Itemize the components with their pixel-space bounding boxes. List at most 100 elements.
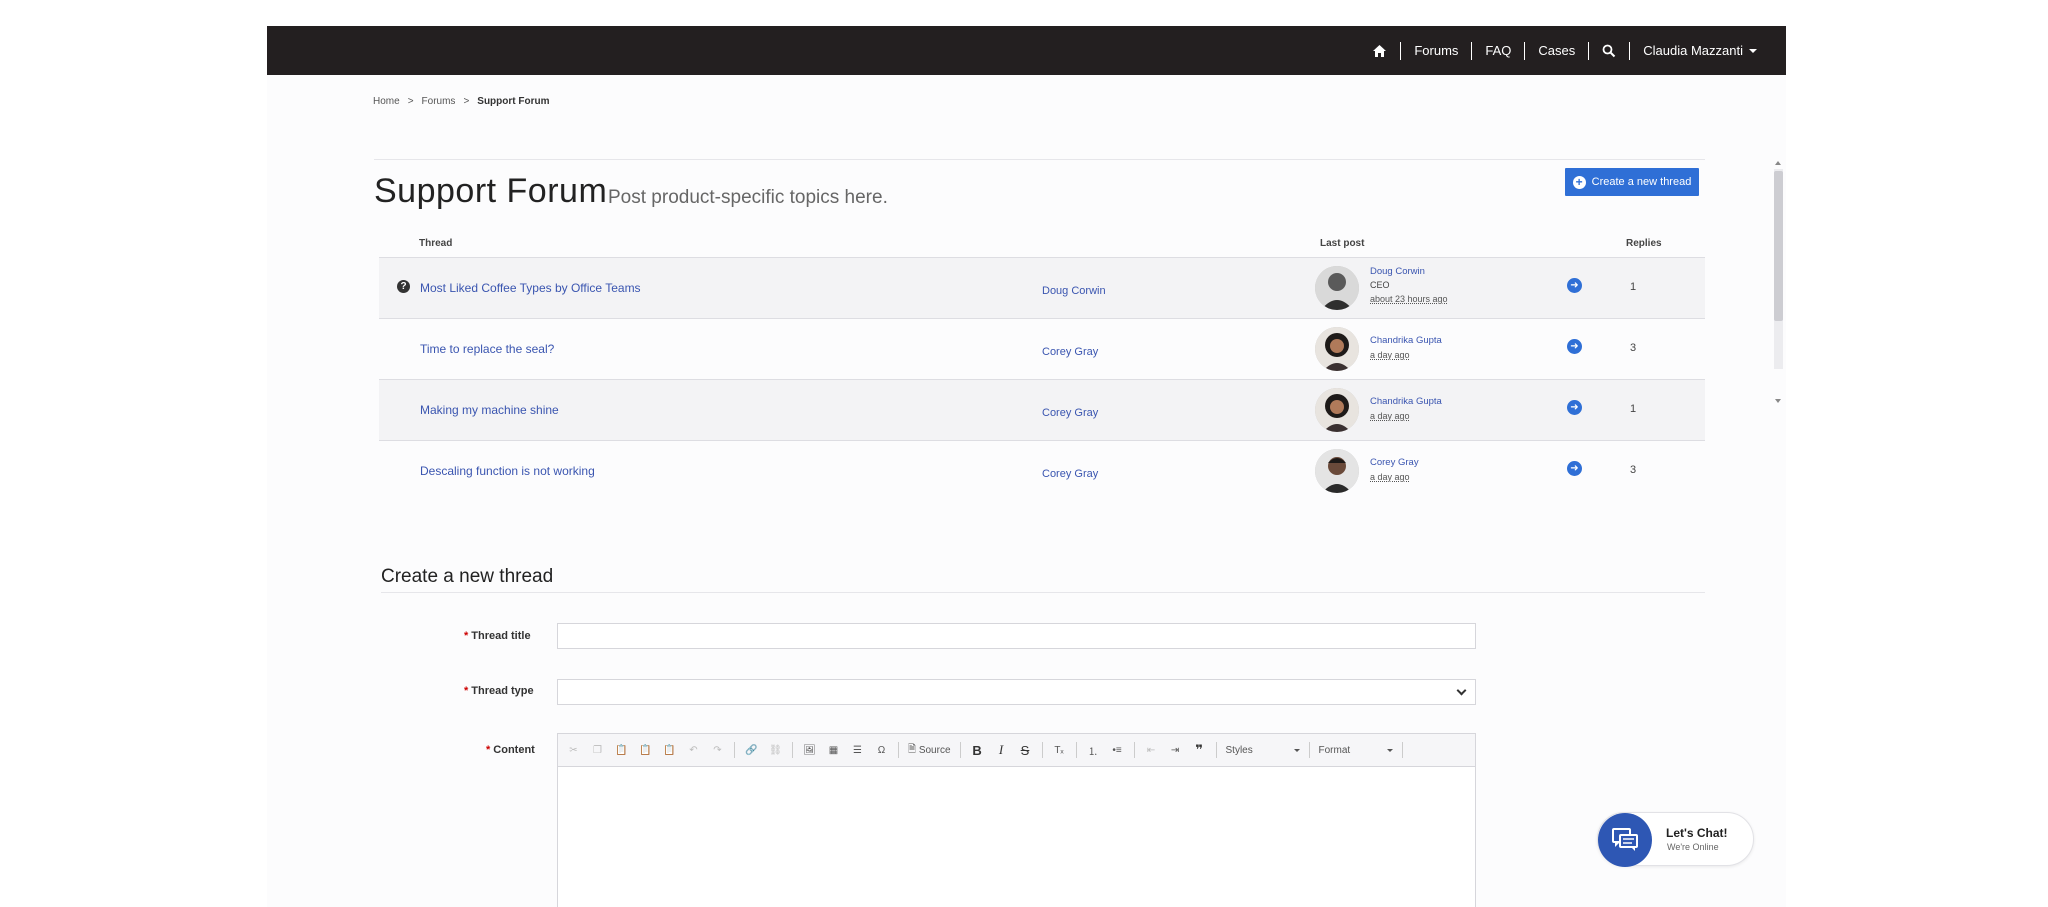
go-to-last-post-icon[interactable]: ➜	[1567, 461, 1582, 476]
thread-title-link[interactable]: Time to replace the seal?	[420, 342, 554, 356]
live-chat-button[interactable]: Let's Chat! We're Online	[1597, 812, 1754, 867]
breadcrumb-forums[interactable]: Forums	[422, 96, 456, 107]
thread-title-label: * Thread title	[464, 630, 531, 642]
table-row: ? Most Liked Coffee Types by Office Team…	[379, 257, 1705, 318]
paste-word-icon[interactable]: 📋	[662, 742, 677, 758]
last-post-author-link[interactable]: Doug Corwin	[1370, 266, 1425, 277]
chat-title: Let's Chat!	[1666, 826, 1728, 840]
user-name: Claudia Mazzanti	[1643, 43, 1743, 58]
last-post-time: a day ago	[1370, 411, 1410, 421]
thread-column-header: Thread	[419, 238, 453, 249]
forums-nav-link[interactable]: Forums	[1400, 41, 1471, 60]
thread-author-link[interactable]: Corey Gray	[1042, 346, 1098, 358]
go-to-last-post-icon[interactable]: ➜	[1567, 278, 1582, 293]
scroll-up-icon[interactable]	[1775, 161, 1781, 165]
faq-nav-link[interactable]: FAQ	[1471, 41, 1524, 60]
avatar[interactable]	[1315, 449, 1359, 493]
last-post-author-link[interactable]: Chandrika Gupta	[1370, 396, 1442, 407]
link-icon[interactable]: 🔗	[744, 742, 759, 758]
search-button[interactable]	[1588, 41, 1629, 60]
source-icon: 🗎	[908, 743, 917, 755]
home-icon	[1373, 44, 1387, 57]
last-post-time: a day ago	[1370, 472, 1410, 482]
thread-type-label: * Thread type	[464, 685, 534, 697]
thread-title-link[interactable]: Making my machine shine	[420, 403, 559, 417]
breadcrumb-separator-icon: >	[407, 96, 414, 107]
divider	[374, 159, 1705, 160]
breadcrumb-home[interactable]: Home	[373, 96, 400, 107]
avatar[interactable]	[1315, 266, 1359, 310]
copy-icon[interactable]: ❐	[590, 742, 605, 758]
scroll-thumb[interactable]	[1774, 171, 1783, 321]
content-editor[interactable]: ✂ ❐ 📋 📋 📋 ↶ ↷ 🔗 ⛓ 🖼 ▦ ☰ Ω 🗎 Source B I S…	[557, 733, 1476, 907]
outdent-icon[interactable]: ⇤	[1144, 742, 1159, 758]
toolbar-separator	[1133, 742, 1135, 758]
toolbar-separator	[1075, 742, 1077, 758]
page-subtitle: Post product-specific topics here.	[608, 187, 888, 208]
reply-count: 1	[1630, 281, 1637, 293]
paste-icon[interactable]: 📋	[614, 742, 629, 758]
divider	[381, 592, 1705, 593]
bold-button[interactable]: B	[970, 742, 985, 758]
special-character-icon[interactable]: Ω	[874, 742, 889, 758]
content-label: * Content	[486, 744, 535, 756]
chevron-down-icon	[1749, 48, 1757, 53]
cases-nav-link[interactable]: Cases	[1524, 41, 1588, 60]
thread-title-link[interactable]: Descaling function is not working	[420, 464, 595, 478]
toolbar-separator	[1041, 742, 1043, 758]
go-to-last-post-icon[interactable]: ➜	[1567, 339, 1582, 354]
thread-author-link[interactable]: Corey Gray	[1042, 407, 1098, 419]
strikethrough-button[interactable]: S	[1018, 742, 1033, 758]
undo-icon[interactable]: ↶	[686, 742, 701, 758]
create-thread-button[interactable]: + Create a new thread	[1565, 168, 1699, 196]
styles-dropdown[interactable]: Styles	[1226, 741, 1300, 759]
last-post-time: a day ago	[1370, 350, 1410, 360]
chevron-down-icon	[1293, 748, 1300, 752]
unlink-icon[interactable]: ⛓	[768, 742, 783, 758]
user-menu[interactable]: Claudia Mazzanti	[1629, 41, 1770, 60]
scroll-down-icon[interactable]	[1775, 399, 1781, 403]
reply-count: 3	[1630, 464, 1637, 476]
breadcrumb-separator-icon: >	[463, 96, 470, 107]
cut-icon[interactable]: ✂	[566, 742, 581, 758]
thread-title-input[interactable]	[557, 623, 1476, 649]
thread-type-select[interactable]	[557, 679, 1476, 705]
format-dropdown[interactable]: Format	[1319, 741, 1393, 759]
bulleted-list-icon[interactable]: •≡	[1110, 742, 1125, 758]
source-button[interactable]: 🗎 Source	[908, 742, 951, 758]
breadcrumb: Home > Forums > Support Forum	[373, 96, 550, 107]
horizontal-line-icon[interactable]: ☰	[850, 742, 865, 758]
last-post-author-role: CEO	[1370, 280, 1390, 290]
table-header: Thread Last post Replies	[379, 238, 1705, 258]
question-icon: ?	[397, 280, 410, 293]
indent-icon[interactable]: ⇥	[1168, 742, 1183, 758]
last-post-author-link[interactable]: Chandrika Gupta	[1370, 335, 1442, 346]
thread-author-link[interactable]: Doug Corwin	[1042, 285, 1106, 297]
thread-author-link[interactable]: Corey Gray	[1042, 468, 1098, 480]
chevron-down-icon	[1456, 685, 1467, 696]
blockquote-icon[interactable]: ❞	[1192, 742, 1207, 758]
remove-format-icon[interactable]: Tₓ	[1052, 742, 1067, 758]
table-row: Time to replace the seal? Corey Gray Cha…	[379, 318, 1705, 379]
table-row: Descaling function is not working Corey …	[379, 440, 1705, 501]
numbered-list-icon[interactable]: ⒈	[1086, 742, 1101, 758]
paste-text-icon[interactable]: 📋	[638, 742, 653, 758]
last-post-author-link[interactable]: Corey Gray	[1370, 457, 1419, 468]
avatar[interactable]	[1315, 327, 1359, 371]
redo-icon[interactable]: ↷	[710, 742, 725, 758]
scrollbar[interactable]	[1772, 161, 1784, 403]
table-row: Making my machine shine Corey Gray Chand…	[379, 379, 1705, 440]
go-to-last-post-icon[interactable]: ➜	[1567, 400, 1582, 415]
thread-title-link[interactable]: Most Liked Coffee Types by Office Teams	[420, 281, 641, 295]
last-post-column-header: Last post	[1320, 238, 1365, 249]
image-icon[interactable]: 🖼	[802, 742, 817, 758]
replies-column-header: Replies	[1626, 238, 1662, 249]
reply-count: 1	[1630, 403, 1637, 415]
avatar[interactable]	[1315, 388, 1359, 432]
create-thread-heading: Create a new thread	[381, 566, 554, 587]
toolbar-separator	[734, 742, 735, 758]
table-icon[interactable]: ▦	[826, 742, 841, 758]
italic-button[interactable]: I	[994, 742, 1009, 758]
home-nav-link[interactable]	[1359, 42, 1400, 60]
toolbar-separator	[1308, 742, 1310, 758]
